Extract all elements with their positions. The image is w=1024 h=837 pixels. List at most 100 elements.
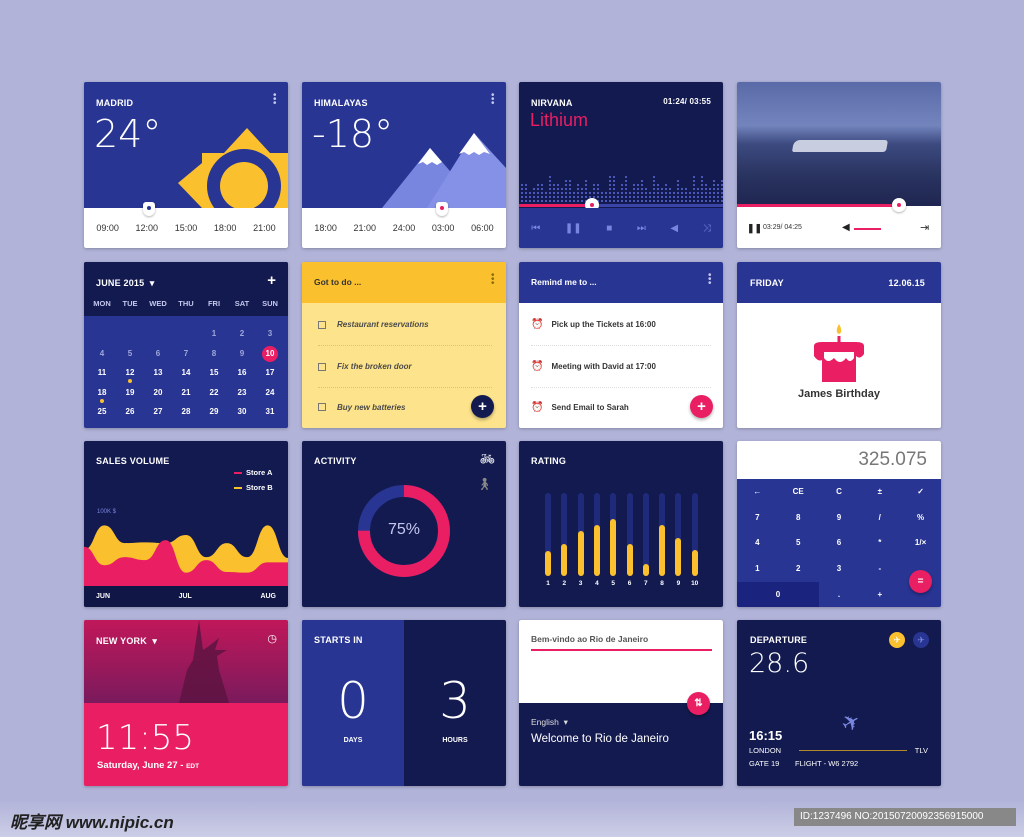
- calc-key[interactable]: 1: [737, 556, 778, 582]
- language-selector[interactable]: English ▾: [531, 717, 568, 728]
- calc-key[interactable]: %: [900, 505, 941, 531]
- time-selector[interactable]: 18:00 21:00 24:00 03:00 06:00: [302, 208, 506, 248]
- calendar-day[interactable]: 19: [116, 385, 144, 405]
- time-slider-handle[interactable]: [436, 202, 448, 216]
- stop-icon[interactable]: ■: [606, 223, 612, 234]
- time-slider-handle[interactable]: [143, 202, 155, 216]
- calc-key[interactable]: +: [859, 581, 900, 607]
- calendar-day[interactable]: 10: [256, 345, 284, 366]
- calc-key[interactable]: ←: [737, 479, 778, 505]
- calc-key[interactable]: -: [859, 556, 900, 582]
- calc-key[interactable]: 3: [819, 556, 860, 582]
- calendar-day[interactable]: 15: [200, 365, 228, 385]
- calendar-day[interactable]: 28: [172, 404, 200, 424]
- volume-icon[interactable]: ◀: [842, 222, 850, 233]
- checkbox[interactable]: [318, 403, 326, 411]
- calendar-day[interactable]: 2: [228, 326, 256, 346]
- calendar-day[interactable]: 9: [228, 346, 256, 366]
- video-progress[interactable]: [737, 204, 905, 207]
- shuffle-icon[interactable]: ⤨: [703, 223, 711, 234]
- volume-slider[interactable]: [854, 228, 881, 230]
- add-event-icon[interactable]: +: [267, 272, 276, 289]
- more-icon[interactable]: • • •: [491, 271, 495, 289]
- city-label: HIMALAYAS: [314, 98, 368, 108]
- reminder-item[interactable]: ⏰ Pick up the Tickets at 16:00: [531, 304, 711, 346]
- calendar-day[interactable]: 26: [116, 404, 144, 424]
- calc-key[interactable]: 6: [819, 530, 860, 556]
- calc-key[interactable]: /: [859, 505, 900, 531]
- calc-key[interactable]: 1/×: [900, 530, 941, 556]
- exit-fullscreen-icon[interactable]: ⇥: [920, 221, 929, 234]
- pause-icon[interactable]: ❚❚: [747, 223, 762, 234]
- reminder-item[interactable]: ⏰ Send Email to Sarah: [531, 386, 711, 428]
- calendar-day[interactable]: 31: [256, 404, 284, 424]
- calc-key[interactable]: *: [859, 530, 900, 556]
- calendar-day[interactable]: 3: [256, 326, 284, 346]
- pause-icon[interactable]: ❚❚: [565, 223, 582, 234]
- calendar-day[interactable]: 4: [88, 346, 116, 366]
- calendar-day[interactable]: 12: [116, 365, 144, 385]
- add-reminder-button[interactable]: +: [690, 395, 713, 418]
- calendar-day[interactable]: 6: [144, 346, 172, 366]
- clock-icon[interactable]: ◷: [267, 632, 277, 645]
- source-text-input[interactable]: Bem-vindo ao Rio de Janeiro: [531, 634, 712, 651]
- next-icon[interactable]: ⏭: [637, 223, 646, 234]
- progress-handle[interactable]: [892, 198, 906, 212]
- calendar-day[interactable]: 5: [116, 346, 144, 366]
- checkbox[interactable]: [318, 362, 326, 371]
- calc-key-0[interactable]: 0: [737, 582, 819, 607]
- add-todo-button[interactable]: +: [471, 395, 494, 418]
- swap-languages-button[interactable]: ⇅: [687, 692, 710, 715]
- todo-item[interactable]: Fix the broken door: [318, 346, 492, 388]
- calendar-day[interactable]: 22: [200, 385, 228, 405]
- calc-key[interactable]: 8: [778, 505, 819, 531]
- calendar-day[interactable]: 17: [256, 365, 284, 385]
- calc-key[interactable]: 2: [778, 556, 819, 582]
- todo-item[interactable]: Restaurant reservations: [318, 304, 492, 346]
- calendar-day[interactable]: 25: [88, 404, 116, 424]
- calendar-day[interactable]: 7: [172, 346, 200, 366]
- calendar-day[interactable]: 27: [144, 404, 172, 424]
- more-icon[interactable]: • • •: [273, 91, 277, 109]
- volume-icon[interactable]: ◀: [670, 223, 678, 234]
- eq-dot: [649, 192, 651, 194]
- calc-key[interactable]: CE: [778, 479, 819, 505]
- arrival-icon[interactable]: ✈: [913, 632, 929, 648]
- calendar-day[interactable]: 1: [200, 326, 228, 346]
- calc-key[interactable]: ±: [859, 479, 900, 505]
- todo-item[interactable]: Buy new batteries: [318, 386, 492, 428]
- calendar-day[interactable]: 18: [88, 385, 116, 405]
- calc-key[interactable]: 5: [778, 530, 819, 556]
- calc-key[interactable]: .: [819, 581, 860, 607]
- calendar-day[interactable]: 11: [88, 365, 116, 385]
- video-thumbnail[interactable]: [737, 82, 941, 206]
- calendar-day[interactable]: 30: [228, 404, 256, 424]
- month-selector[interactable]: JUNE 2015 ▾: [96, 278, 154, 289]
- calendar-day[interactable]: 14: [172, 365, 200, 385]
- calendar-day[interactable]: 13: [144, 365, 172, 385]
- reminder-item[interactable]: ⏰ Meeting with David at 17:00: [531, 346, 711, 388]
- calc-key[interactable]: 7: [737, 505, 778, 531]
- more-icon[interactable]: • • •: [491, 91, 495, 109]
- walking-icon[interactable]: 🚶︎: [477, 477, 492, 491]
- bicycle-icon[interactable]: 🚲︎: [480, 452, 495, 466]
- time-selector[interactable]: 09:00 12:00 15:00 18:00 21:00: [84, 208, 288, 248]
- calendar-day[interactable]: 21: [172, 385, 200, 405]
- track-progress[interactable]: [519, 204, 593, 207]
- calc-key[interactable]: 4: [737, 530, 778, 556]
- calc-key[interactable]: ✓: [900, 479, 941, 505]
- calc-key[interactable]: 9: [819, 505, 860, 531]
- calendar-day[interactable]: 16: [228, 365, 256, 385]
- departure-icon[interactable]: ✈: [889, 632, 905, 648]
- more-icon[interactable]: • • •: [708, 271, 712, 289]
- calendar-day[interactable]: 8: [200, 346, 228, 366]
- calendar-day[interactable]: 24: [256, 385, 284, 405]
- previous-icon[interactable]: ⏮: [531, 223, 540, 234]
- calc-key[interactable]: C: [819, 479, 860, 505]
- city-selector[interactable]: NEW YORK ▾: [96, 636, 157, 647]
- calendar-day[interactable]: 23: [228, 385, 256, 405]
- calendar-day[interactable]: 29: [200, 404, 228, 424]
- checkbox[interactable]: [318, 320, 326, 329]
- equals-button[interactable]: =: [909, 570, 932, 593]
- calendar-day[interactable]: 20: [144, 385, 172, 405]
